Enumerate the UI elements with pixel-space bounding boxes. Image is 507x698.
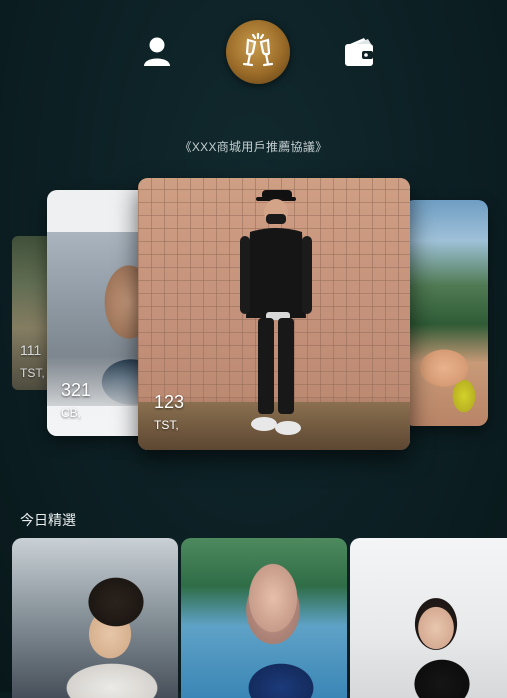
card-tag: CB, [61,406,82,420]
champagne-glasses-icon [242,32,274,67]
card-photo [404,200,488,426]
person-icon [144,37,170,66]
card-tag: TST, [154,418,179,432]
wallet-button[interactable] [339,32,379,72]
featured-thumbnail[interactable] [350,538,507,698]
user-agreement-link[interactable]: 《XXX商城用戶推薦協議》 [0,138,507,155]
card-number: 111 [20,342,42,358]
featured-thumbnail[interactable] [181,538,347,698]
featured-thumbnail[interactable] [12,538,178,698]
profile-button[interactable] [137,32,177,72]
card-number: 321 [61,380,92,400]
top-navigation [0,20,507,84]
wallet-icon [345,38,373,66]
carousel-card-active[interactable]: 123 TST, [138,178,410,450]
carousel-card[interactable]: 111 TST, [12,236,52,390]
section-title: 今日精選 [20,512,76,528]
card-tag: TST, [20,366,45,380]
carousel-card[interactable] [404,200,488,426]
card-number: 123 [154,392,185,412]
cheers-button[interactable] [226,20,290,84]
person-figure [240,190,312,435]
